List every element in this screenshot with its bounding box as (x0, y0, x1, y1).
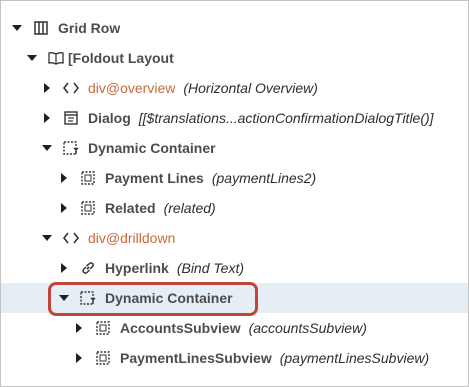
tree-node-label: Payment Lines (105, 170, 204, 186)
container-icon (94, 313, 112, 343)
dynamic-container-icon (62, 133, 80, 163)
code-icon (62, 73, 80, 103)
structure-tree-panel: Grid Row [ Foldout Layout div@overview (… (0, 0, 469, 387)
tree-node-hyperlink[interactable]: Hyperlink (Bind Text) (1, 253, 468, 283)
tree-node-dynamic-container[interactable]: Dynamic Container (1, 133, 468, 163)
caret-down-icon[interactable] (41, 223, 53, 253)
tree-node-label: div@drilldown (88, 230, 176, 246)
tree-node-label: Dynamic Container (88, 140, 216, 156)
tree-node-div-drilldown[interactable]: div@drilldown (1, 223, 468, 253)
tree-node-grid-row[interactable]: Grid Row (1, 13, 468, 43)
caret-right-icon[interactable] (73, 343, 85, 373)
code-icon (62, 223, 80, 253)
tree-node-note: (accountsSubview) (248, 320, 367, 336)
tree-node-note: [[$translations...actionConfirmationDial… (138, 110, 434, 126)
tree-node-dynamic-container-selected[interactable]: Dynamic Container (1, 283, 468, 313)
tree-node-note: (related) (163, 200, 216, 216)
link-icon (79, 253, 97, 283)
caret-down-icon[interactable] (41, 133, 53, 163)
caret-down-icon[interactable] (58, 283, 70, 313)
tree-node-foldout-layout[interactable]: [ Foldout Layout (1, 43, 468, 73)
tree-node-payment-lines-subview[interactable]: PaymentLinesSubview (paymentLinesSubview… (1, 343, 468, 373)
caret-right-icon[interactable] (58, 253, 70, 283)
caret-right-icon[interactable] (58, 163, 70, 193)
tree-node-label: Grid Row (58, 20, 121, 36)
caret-down-icon[interactable] (26, 43, 38, 73)
caret-right-icon[interactable] (73, 313, 85, 343)
caret-right-icon[interactable] (41, 73, 53, 103)
tree-node-label: div@overview (88, 80, 176, 96)
tree-node-note: (Bind Text) (176, 260, 244, 276)
tree-node-accounts-subview[interactable]: AccountsSubview (accountsSubview) (1, 313, 468, 343)
container-icon (79, 163, 97, 193)
tree-node-note: (paymentLinesSubview) (279, 350, 430, 366)
tree-node-label: PaymentLinesSubview (120, 350, 272, 366)
container-icon (94, 343, 112, 373)
tree-node-payment-lines[interactable]: Payment Lines (paymentLines2) (1, 163, 468, 193)
dialog-icon (62, 103, 80, 133)
tree-node-dialog[interactable]: Dialog [[$translations...actionConfirmat… (1, 103, 468, 133)
tree-node-label: Dynamic Container (105, 290, 233, 306)
tree-node-related[interactable]: Related (related) (1, 193, 468, 223)
caret-down-icon[interactable] (11, 13, 23, 43)
dynamic-container-icon (79, 283, 97, 313)
book-icon (47, 43, 65, 73)
container-icon (79, 193, 97, 223)
tree-node-label: Foldout Layout (72, 50, 174, 66)
tree-node-label: Hyperlink (105, 260, 169, 276)
caret-right-icon[interactable] (41, 103, 53, 133)
tree-node-label: Related (105, 200, 156, 216)
tree-node-label: AccountsSubview (120, 320, 241, 336)
tree-node-label: Dialog (88, 110, 131, 126)
tree-node-note: (Horizontal Overview) (183, 80, 318, 96)
caret-right-icon[interactable] (58, 193, 70, 223)
grid-icon (32, 13, 50, 43)
tree-node-note: (paymentLines2) (211, 170, 317, 186)
tree-node-div-overview[interactable]: div@overview (Horizontal Overview) (1, 73, 468, 103)
